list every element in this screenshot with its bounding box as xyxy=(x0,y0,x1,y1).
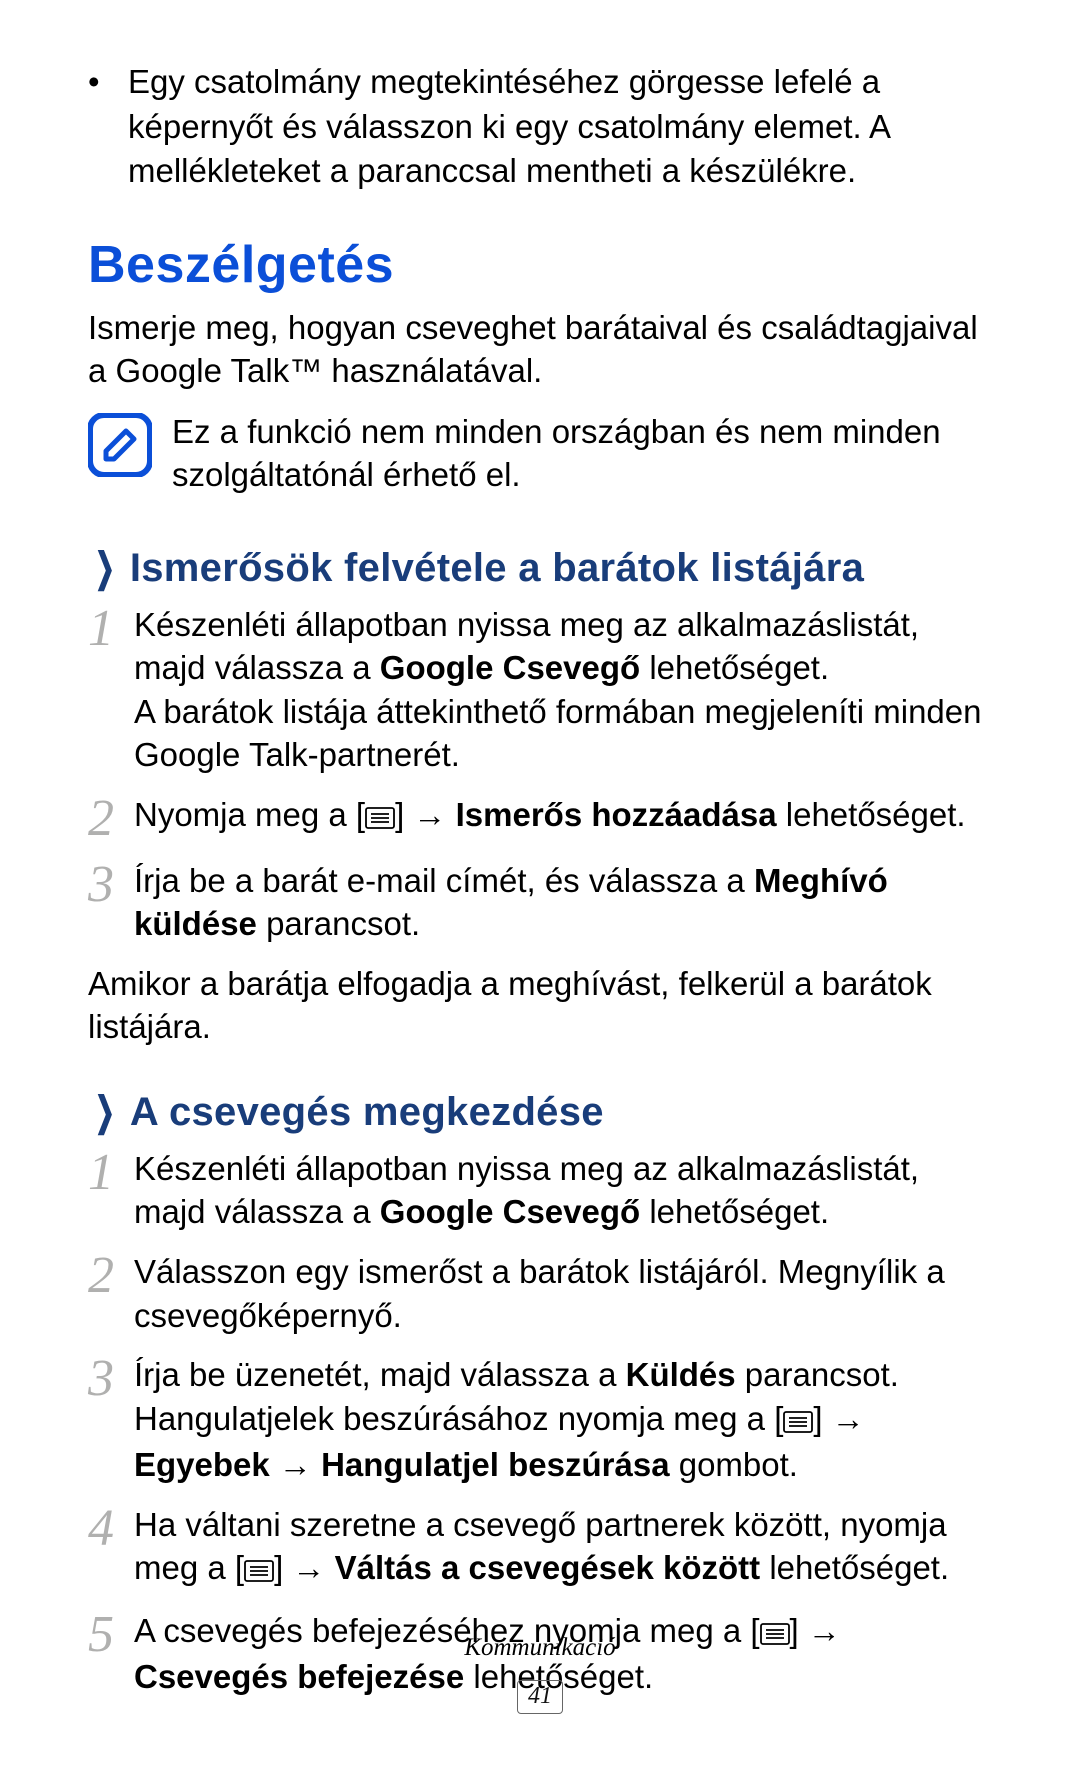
step-text: Írja be a barát e-mail címét, és válassz… xyxy=(134,859,992,946)
step-item: 2 Nyomja meg a [] → Ismerős hozzáadása l… xyxy=(88,793,992,843)
menu-icon xyxy=(783,1400,813,1444)
page-footer: Kommunikáció 41 xyxy=(0,1631,1080,1715)
subheading-text: Ismerősök felvétele a barátok listájára xyxy=(130,541,864,595)
note-text: Ez a funkció nem minden országban és nem… xyxy=(172,409,992,497)
step-item: 1 Készenléti állapotban nyissa meg az al… xyxy=(88,1147,992,1234)
step-number: 3 xyxy=(88,859,134,946)
footer-section-label: Kommunikáció xyxy=(0,1631,1080,1665)
step-text: Írja be üzenetét, majd válassza a Küldés… xyxy=(134,1353,992,1487)
page-number: 41 xyxy=(517,1680,563,1713)
paragraph: Amikor a barátja elfogadja a meghívást, … xyxy=(88,962,992,1049)
step-text: Válasszon egy ismerőst a barátok listájá… xyxy=(134,1250,992,1337)
manual-page: • Egy csatolmány megtekintéséhez görgess… xyxy=(0,0,1080,1771)
menu-icon xyxy=(365,796,395,840)
chevron-icon: ❯ xyxy=(95,1092,115,1132)
step-item: 3 Írja be a barát e-mail címét, és válas… xyxy=(88,859,992,946)
step-number: 4 xyxy=(88,1503,134,1593)
step-text: Nyomja meg a [] → Ismerős hozzáadása leh… xyxy=(134,793,992,843)
bullet-marker: • xyxy=(88,60,128,194)
step-number: 3 xyxy=(88,1353,134,1487)
intro-paragraph: Ismerje meg, hogyan cseveghet barátaival… xyxy=(88,306,992,393)
chevron-icon: ❯ xyxy=(95,548,115,588)
step-number: 2 xyxy=(88,793,134,843)
step-item: 4 Ha váltani szeretne a csevegő partnere… xyxy=(88,1503,992,1593)
note-icon xyxy=(88,413,152,477)
step-text: Készenléti állapotban nyissa meg az alka… xyxy=(134,603,992,777)
top-bullet-item: • Egy csatolmány megtekintéséhez görgess… xyxy=(88,60,992,194)
step-item: 1 Készenléti állapotban nyissa meg az al… xyxy=(88,603,992,777)
subheading-start-chat: ❯ A csevegés megkezdése xyxy=(88,1085,992,1139)
section-title: Beszélgetés xyxy=(88,230,992,300)
step-text: Ha váltani szeretne a csevegő partnerek … xyxy=(134,1503,992,1593)
step-number: 1 xyxy=(88,1147,134,1234)
subheading-add-friends: ❯ Ismerősök felvétele a barátok listájár… xyxy=(88,541,992,595)
note-block: Ez a funkció nem minden országban és nem… xyxy=(88,409,992,497)
step-item: 2 Válasszon egy ismerőst a barátok listá… xyxy=(88,1250,992,1337)
step-number: 2 xyxy=(88,1250,134,1337)
step-text: Készenléti állapotban nyissa meg az alka… xyxy=(134,1147,992,1234)
step-item: 3 Írja be üzenetét, majd válassza a Küld… xyxy=(88,1353,992,1487)
subheading-text: A csevegés megkezdése xyxy=(130,1085,604,1139)
bullet-text: Egy csatolmány megtekintéséhez görgesse … xyxy=(128,60,992,194)
menu-icon xyxy=(244,1549,274,1593)
step-number: 1 xyxy=(88,603,134,777)
